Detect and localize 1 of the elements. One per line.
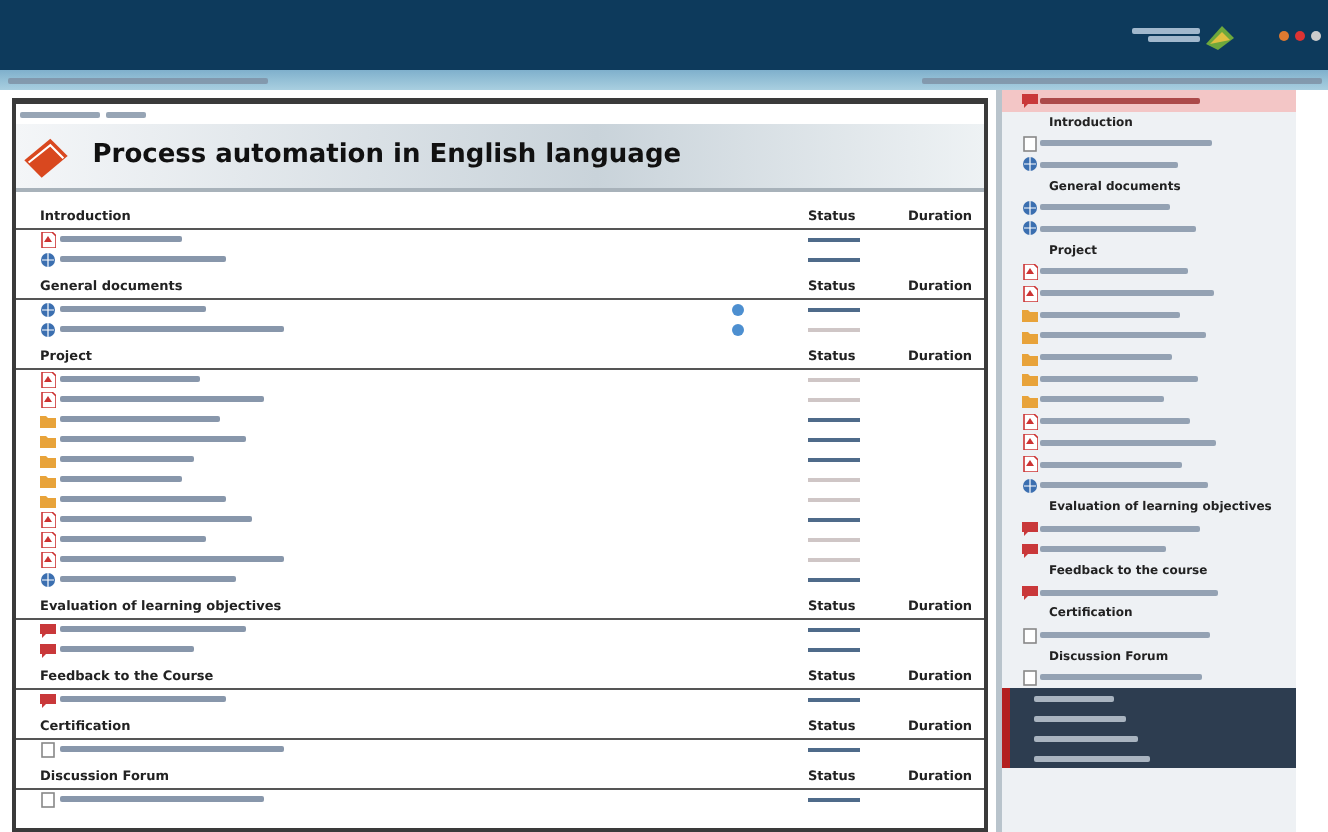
page-title: Process automation in English language — [92, 138, 682, 175]
